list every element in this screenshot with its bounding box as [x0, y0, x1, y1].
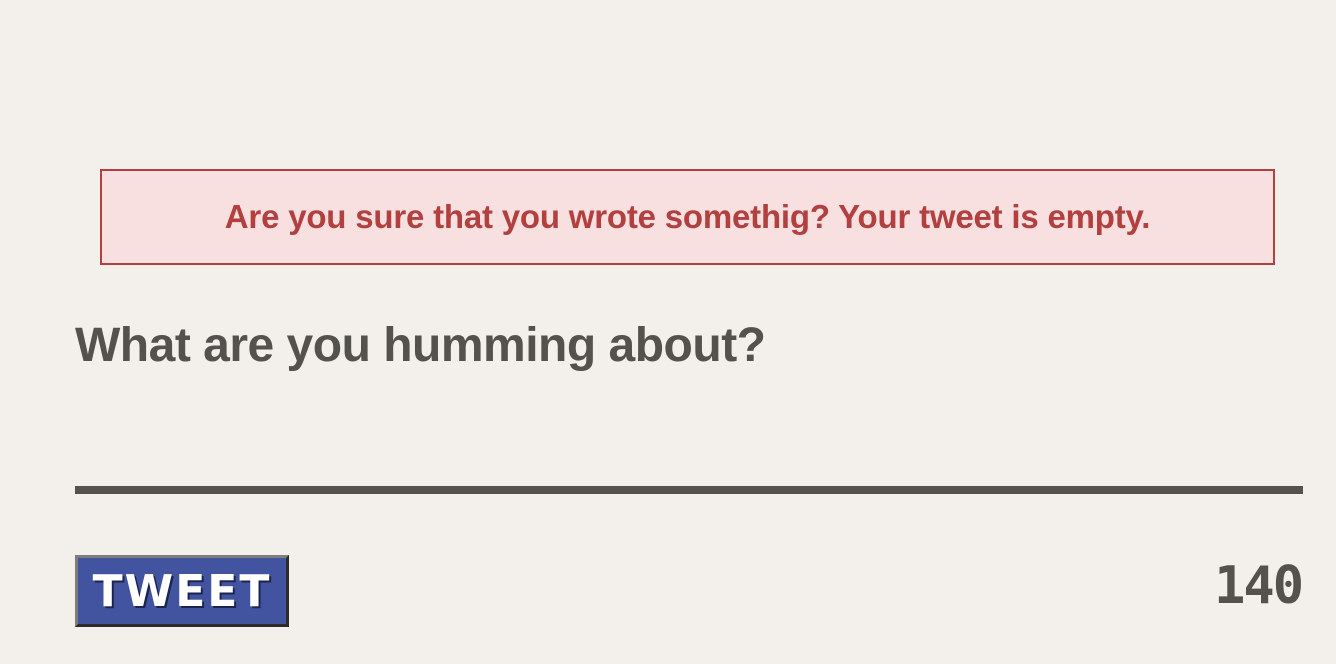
character-counter: 140	[1214, 556, 1304, 616]
tweet-input[interactable]	[75, 394, 1303, 494]
empty-tweet-alert: Are you sure that you wrote somethig? Yo…	[100, 169, 1275, 265]
alert-message: Are you sure that you wrote somethig? Yo…	[224, 198, 1151, 235]
tweet-button[interactable]: TWEET	[75, 555, 289, 627]
composer-prompt: What are you humming about?	[75, 319, 766, 372]
tweet-composer-page: Are you sure that you wrote somethig? Yo…	[0, 0, 1336, 664]
